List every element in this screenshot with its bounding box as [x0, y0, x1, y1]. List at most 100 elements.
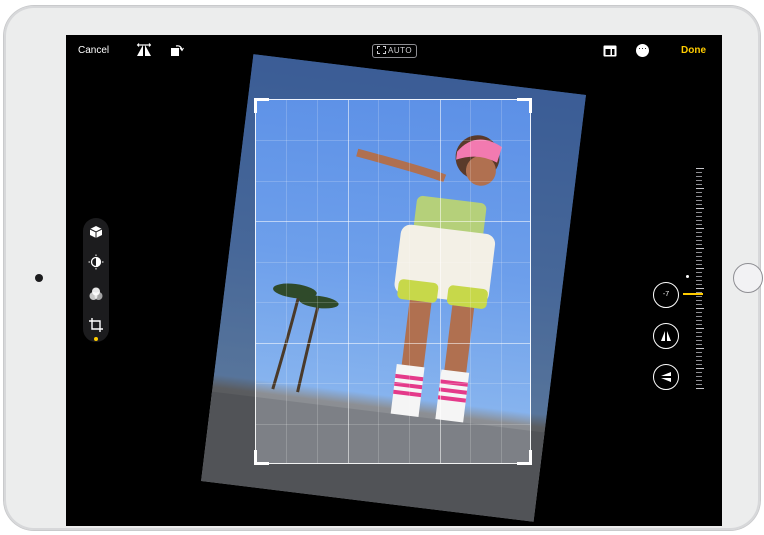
- cancel-button[interactable]: Cancel: [78, 45, 109, 56]
- grid-line: [317, 100, 318, 463]
- crop-handle-bottom-left[interactable]: [254, 450, 269, 465]
- ruler-tick: [696, 308, 704, 309]
- crop-icon[interactable]: [88, 317, 104, 333]
- grid-line: [256, 262, 530, 263]
- ruler-tick: [696, 200, 702, 201]
- ruler-tick: [696, 320, 702, 321]
- ruler-tick: [696, 332, 702, 333]
- ruler-zero-dot: [686, 275, 689, 278]
- ruler-tick: [696, 168, 704, 169]
- grid-line: [256, 181, 530, 182]
- ruler-tick: [696, 192, 702, 193]
- ruler-tick: [696, 232, 702, 233]
- ruler-tick: [696, 224, 702, 225]
- grid-line: [286, 100, 287, 463]
- home-button[interactable]: [733, 263, 763, 293]
- ruler-tick: [696, 260, 702, 261]
- grid-line: [256, 140, 530, 141]
- more-icon[interactable]: ···: [636, 44, 649, 57]
- angle-ruler[interactable]: [696, 168, 706, 389]
- ruler-tick: [696, 264, 702, 265]
- ruler-tick: [696, 324, 702, 325]
- ruler-tick: [696, 208, 704, 209]
- grid-line: [256, 302, 530, 303]
- ruler-tick: [696, 364, 702, 365]
- ruler-tick: [696, 188, 704, 189]
- grid-line: [348, 100, 349, 463]
- straighten-value: -7: [662, 291, 670, 298]
- ruler-tick: [696, 380, 702, 381]
- flip-horizontal-icon[interactable]: [136, 43, 152, 57]
- ruler-tick: [696, 372, 702, 373]
- crop-frame[interactable]: [254, 98, 532, 465]
- ruler-tick: [696, 388, 704, 389]
- grid-line: [256, 343, 530, 344]
- vertical-perspective-icon: [661, 331, 671, 341]
- horizontal-perspective-icon: [661, 372, 671, 382]
- crop-handle-top-left[interactable]: [254, 98, 269, 113]
- ruler-tick: [696, 176, 702, 177]
- grid-line: [378, 100, 379, 463]
- ruler-tick: [696, 236, 702, 237]
- ruler-tick: [696, 252, 702, 253]
- horizontal-perspective-button[interactable]: [653, 364, 679, 390]
- auto-crop-icon: [377, 46, 386, 54]
- photos-edit-screen: Cancel AUTO ··· Done -7: [66, 35, 722, 526]
- ruler-tick: [696, 300, 702, 301]
- crop-handle-bottom-right[interactable]: [517, 450, 532, 465]
- grid-line: [256, 424, 530, 425]
- ruler-tick: [696, 336, 702, 337]
- aspect-ratio-icon[interactable]: [603, 45, 617, 57]
- ruler-tick: [696, 172, 702, 173]
- rotate-icon[interactable]: [170, 43, 184, 57]
- ruler-tick: [696, 288, 704, 289]
- ruler-tick: [696, 276, 702, 277]
- ruler-tick: [696, 228, 704, 229]
- done-button[interactable]: Done: [681, 45, 706, 56]
- grid-line: [440, 100, 441, 463]
- ruler-tick: [696, 316, 702, 317]
- grid-line: [470, 100, 471, 463]
- straighten-button[interactable]: -7: [653, 282, 679, 308]
- ruler-tick: [696, 272, 702, 273]
- ruler-tick: [696, 312, 702, 313]
- edit-mode-toolbar: [83, 218, 109, 342]
- ruler-tick: [696, 328, 704, 329]
- grid-line: [256, 221, 530, 222]
- crop-handle-top-right[interactable]: [517, 98, 532, 113]
- ruler-tick: [696, 184, 702, 185]
- auto-straighten-button[interactable]: AUTO: [372, 44, 418, 58]
- ruler-tick: [696, 204, 702, 205]
- ruler-tick: [696, 376, 702, 377]
- ruler-tick: [696, 240, 702, 241]
- edit-toolbar: Cancel AUTO ··· Done: [66, 35, 722, 67]
- ruler-tick: [696, 348, 704, 349]
- ruler-tick: [696, 268, 704, 269]
- ruler-tick: [696, 368, 704, 369]
- auto-button-label: AUTO: [388, 46, 413, 55]
- ruler-tick: [696, 284, 702, 285]
- grid-line: [501, 100, 502, 463]
- ruler-tick: [696, 304, 702, 305]
- ruler-tick: [696, 356, 702, 357]
- active-tool-indicator: [94, 337, 98, 341]
- ruler-tick: [696, 216, 702, 217]
- grid-line: [409, 100, 410, 463]
- ruler-tick: [696, 292, 702, 293]
- adjust-icon[interactable]: [88, 224, 104, 240]
- ruler-tick: [696, 360, 702, 361]
- vertical-perspective-button[interactable]: [653, 323, 679, 349]
- ruler-tick: [696, 248, 704, 249]
- ruler-tick: [696, 244, 702, 245]
- ruler-tick: [696, 384, 702, 385]
- ipad-device: Cancel AUTO ··· Done -7: [4, 6, 763, 530]
- ruler-tick: [696, 344, 702, 345]
- ruler-tick: [696, 220, 702, 221]
- ruler-tick: [696, 280, 702, 281]
- light-adjust-icon[interactable]: [88, 254, 104, 270]
- ruler-tick: [696, 340, 702, 341]
- filters-icon[interactable]: [88, 286, 104, 302]
- ruler-tick: [696, 296, 702, 297]
- ruler-tick: [696, 256, 702, 257]
- ruler-tick: [696, 352, 702, 353]
